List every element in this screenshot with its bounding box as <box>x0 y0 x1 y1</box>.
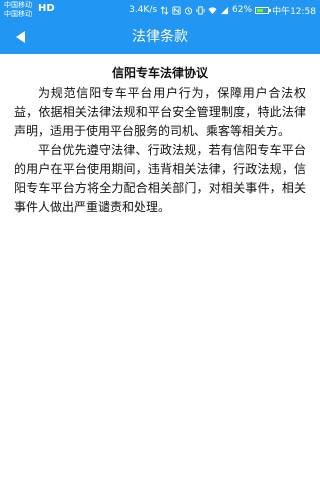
document-content: 信阳专车法律协议 为规范信阳专车平台用户行为，保障用户合法权益，依据相关法律法规… <box>14 64 306 217</box>
clock: 中午12:58 <box>272 6 316 17</box>
hd-signal-label: HD <box>38 3 55 14</box>
alarm-clock-icon <box>184 6 193 15</box>
document-paragraph: 平台优先遵守法律、行政法规，若有信阳专车平台的用户在平台使用期间，违背相关法律，… <box>14 143 306 214</box>
document-title: 信阳专车法律协议 <box>111 66 208 80</box>
battery-fill <box>257 8 264 12</box>
network-speed: 3.4K/s <box>129 5 158 15</box>
nfc-icon <box>172 5 181 15</box>
battery-percent: 62% <box>232 5 253 15</box>
page-title: 法律条款 <box>132 29 188 45</box>
document-paragraph: 为规范信阳专车平台用户行为，保障用户合法权益，依据相关法律法规和平台安全管理制度… <box>14 86 306 138</box>
carrier-name-2: 中国移动 <box>4 10 32 18</box>
status-bar: 中国移动 中国移动 HD 3.4K/s 62% 中午12:58 <box>0 0 320 20</box>
carrier-info: 中国移动 中国移动 <box>4 1 32 19</box>
wifi-icon <box>208 6 217 14</box>
battery-icon <box>255 6 272 14</box>
status-indicators: 3.4K/s 62% 中午12:58 <box>129 3 316 17</box>
vibrate-icon <box>196 5 205 15</box>
carrier-name-1: 中国移动 <box>4 1 32 9</box>
signal-strength-icon <box>220 6 229 14</box>
data-transfer-icon <box>160 5 169 15</box>
title-bar: 法律条款 <box>0 20 320 54</box>
